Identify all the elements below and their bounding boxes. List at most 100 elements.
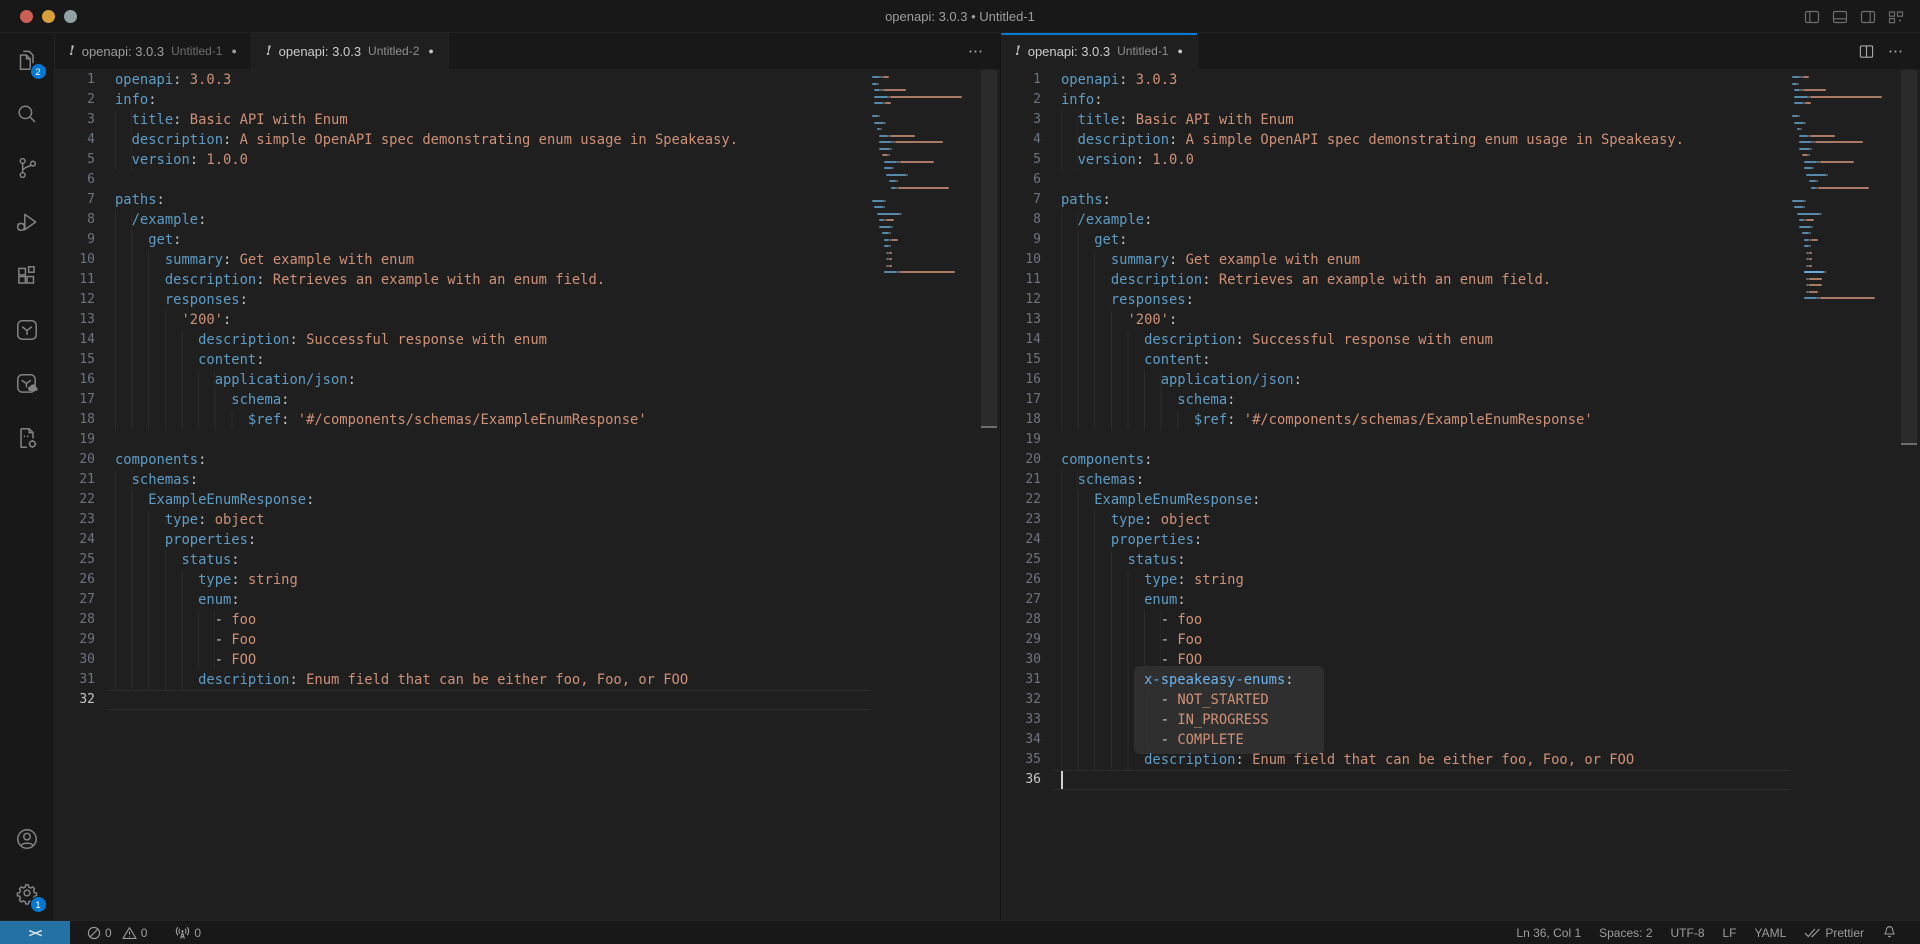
accounts-menu[interactable] bbox=[0, 812, 55, 866]
tab-untitled-1-right[interactable]: ! openapi: 3.0.3 Untitled-1 ● bbox=[1001, 33, 1198, 69]
code-line[interactable]: 12 responses: bbox=[55, 290, 870, 310]
code-line[interactable]: 20components: bbox=[55, 450, 870, 470]
code-line[interactable]: 17 schema: bbox=[1001, 390, 1790, 410]
code-line[interactable]: 28 - foo bbox=[1001, 610, 1790, 630]
indentation-status[interactable]: Spaces: 2 bbox=[1590, 921, 1661, 944]
code-line[interactable]: 13 '200': bbox=[1001, 310, 1790, 330]
code-line[interactable]: 26 type: string bbox=[1001, 570, 1790, 590]
code-line[interactable]: 31 description: Enum field that can be e… bbox=[55, 670, 870, 690]
minimap[interactable] bbox=[872, 76, 978, 920]
code-line[interactable]: 22 ExampleEnumResponse: bbox=[55, 490, 870, 510]
code-line[interactable]: 8 /example: bbox=[55, 210, 870, 230]
split-editor-icon[interactable] bbox=[1859, 44, 1874, 59]
code-line[interactable]: 16 application/json: bbox=[55, 370, 870, 390]
code-line[interactable]: 27 enum: bbox=[55, 590, 870, 610]
code-line[interactable]: 21 schemas: bbox=[55, 470, 870, 490]
code-line[interactable]: 3 title: Basic API with Enum bbox=[55, 110, 870, 130]
code-line[interactable]: 2info: bbox=[1001, 90, 1790, 110]
code-line[interactable]: 1openapi: 3.0.3 bbox=[55, 70, 870, 90]
code-line[interactable]: 4 description: A simple OpenAPI spec dem… bbox=[1001, 130, 1790, 150]
code-line[interactable]: 11 description: Retrieves an example wit… bbox=[1001, 270, 1790, 290]
modified-dot[interactable]: ● bbox=[428, 46, 433, 56]
tab-untitled-2-left[interactable]: ! openapi: 3.0.3 Untitled-2 ● bbox=[252, 33, 449, 69]
encoding-status[interactable]: UTF-8 bbox=[1662, 921, 1714, 944]
code-line[interactable]: 14 description: Successful response with… bbox=[1001, 330, 1790, 350]
toggle-primary-sidebar-icon[interactable] bbox=[1804, 9, 1820, 25]
code-line[interactable]: 32 bbox=[55, 690, 870, 710]
toggle-panel-icon[interactable] bbox=[1832, 9, 1848, 25]
formatter-status[interactable]: Prettier bbox=[1795, 921, 1873, 944]
code-line[interactable]: 31 x-speakeasy-enums: bbox=[1001, 670, 1790, 690]
modified-dot[interactable]: ● bbox=[231, 46, 236, 56]
code-line[interactable]: 7paths: bbox=[1001, 190, 1790, 210]
customize-layout-icon[interactable] bbox=[1888, 9, 1904, 25]
code-line[interactable]: 36 bbox=[1001, 770, 1790, 790]
code-line[interactable]: 2info: bbox=[55, 90, 870, 110]
sidebar-item-search[interactable] bbox=[0, 87, 55, 141]
code-line[interactable]: 10 summary: Get example with enum bbox=[55, 250, 870, 270]
code-line[interactable]: 25 status: bbox=[1001, 550, 1790, 570]
code-line[interactable]: 3 title: Basic API with Enum bbox=[1001, 110, 1790, 130]
modified-dot[interactable]: ● bbox=[1177, 46, 1182, 56]
more-actions-icon[interactable]: ⋯ bbox=[968, 42, 984, 60]
code-line[interactable]: 5 version: 1.0.0 bbox=[1001, 150, 1790, 170]
sidebar-item-speakeasy-cloud[interactable] bbox=[0, 357, 55, 411]
code-line[interactable]: 19 bbox=[55, 430, 870, 450]
code-line[interactable]: 35 description: Enum field that can be e… bbox=[1001, 750, 1790, 770]
code-line[interactable]: 27 enum: bbox=[1001, 590, 1790, 610]
code-line[interactable]: 29 - Foo bbox=[1001, 630, 1790, 650]
ports-status[interactable]: 0 bbox=[166, 921, 210, 944]
code-line[interactable]: 22 ExampleEnumResponse: bbox=[1001, 490, 1790, 510]
code-line[interactable]: 5 version: 1.0.0 bbox=[55, 150, 870, 170]
code-line[interactable]: 4 description: A simple OpenAPI spec dem… bbox=[55, 130, 870, 150]
code-line[interactable]: 15 content: bbox=[55, 350, 870, 370]
code-line[interactable]: 8 /example: bbox=[1001, 210, 1790, 230]
code-line[interactable]: 23 type: object bbox=[1001, 510, 1790, 530]
code-line[interactable]: 26 type: string bbox=[55, 570, 870, 590]
language-mode-status[interactable]: YAML bbox=[1746, 921, 1796, 944]
sidebar-item-explorer[interactable]: 2 bbox=[0, 33, 55, 87]
code-line[interactable]: 20components: bbox=[1001, 450, 1790, 470]
minimap[interactable] bbox=[1792, 76, 1898, 920]
scrollbar-slider[interactable] bbox=[1901, 70, 1917, 445]
code-line[interactable]: 30 - FOO bbox=[1001, 650, 1790, 670]
code-line[interactable]: 21 schemas: bbox=[1001, 470, 1790, 490]
code-line[interactable]: 13 '200': bbox=[55, 310, 870, 330]
eol-status[interactable]: LF bbox=[1714, 921, 1746, 944]
sidebar-item-source-control[interactable] bbox=[0, 141, 55, 195]
scrollbar[interactable] bbox=[1898, 70, 1920, 920]
sidebar-item-speakeasy[interactable] bbox=[0, 303, 55, 357]
code-line[interactable]: 7paths: bbox=[55, 190, 870, 210]
code-line[interactable]: 12 responses: bbox=[1001, 290, 1790, 310]
code-line[interactable]: 15 content: bbox=[1001, 350, 1790, 370]
code-line[interactable]: 32 - NOT_STARTED bbox=[1001, 690, 1790, 710]
sidebar-item-extensions[interactable] bbox=[0, 249, 55, 303]
toggle-secondary-sidebar-icon[interactable] bbox=[1860, 9, 1876, 25]
code-line[interactable]: 9 get: bbox=[55, 230, 870, 250]
code-line[interactable]: 9 get: bbox=[1001, 230, 1790, 250]
scrollbar-slider[interactable] bbox=[981, 70, 997, 428]
code-line[interactable]: 18 $ref: '#/components/schemas/ExampleEn… bbox=[55, 410, 870, 430]
code-line[interactable]: 18 $ref: '#/components/schemas/ExampleEn… bbox=[1001, 410, 1790, 430]
code-line[interactable]: 28 - foo bbox=[55, 610, 870, 630]
code-line[interactable]: 24 properties: bbox=[1001, 530, 1790, 550]
code-line[interactable]: 6 bbox=[55, 170, 870, 190]
editor-right[interactable]: 1openapi: 3.0.32info:3 title: Basic API … bbox=[1001, 70, 1920, 920]
code-line[interactable]: 6 bbox=[1001, 170, 1790, 190]
code-line[interactable]: 29 - Foo bbox=[55, 630, 870, 650]
scrollbar[interactable] bbox=[978, 70, 1000, 920]
settings-menu[interactable]: 1 bbox=[0, 866, 55, 920]
editor-left[interactable]: 1openapi: 3.0.32info:3 title: Basic API … bbox=[55, 70, 1000, 920]
code-line[interactable]: 10 summary: Get example with enum bbox=[1001, 250, 1790, 270]
code-line[interactable]: 11 description: Retrieves an example wit… bbox=[55, 270, 870, 290]
code-line[interactable]: 25 status: bbox=[55, 550, 870, 570]
notifications-status[interactable] bbox=[1873, 921, 1906, 944]
tab-untitled-1-left[interactable]: ! openapi: 3.0.3 Untitled-1 ● bbox=[55, 33, 252, 69]
code-line[interactable]: 1openapi: 3.0.3 bbox=[1001, 70, 1790, 90]
sidebar-item-api-editor[interactable] bbox=[0, 411, 55, 465]
code-line[interactable]: 33 - IN_PROGRESS bbox=[1001, 710, 1790, 730]
code-line[interactable]: 30 - FOO bbox=[55, 650, 870, 670]
code-line[interactable]: 17 schema: bbox=[55, 390, 870, 410]
code-line[interactable]: 34 - COMPLETE bbox=[1001, 730, 1790, 750]
code-line[interactable]: 14 description: Successful response with… bbox=[55, 330, 870, 350]
